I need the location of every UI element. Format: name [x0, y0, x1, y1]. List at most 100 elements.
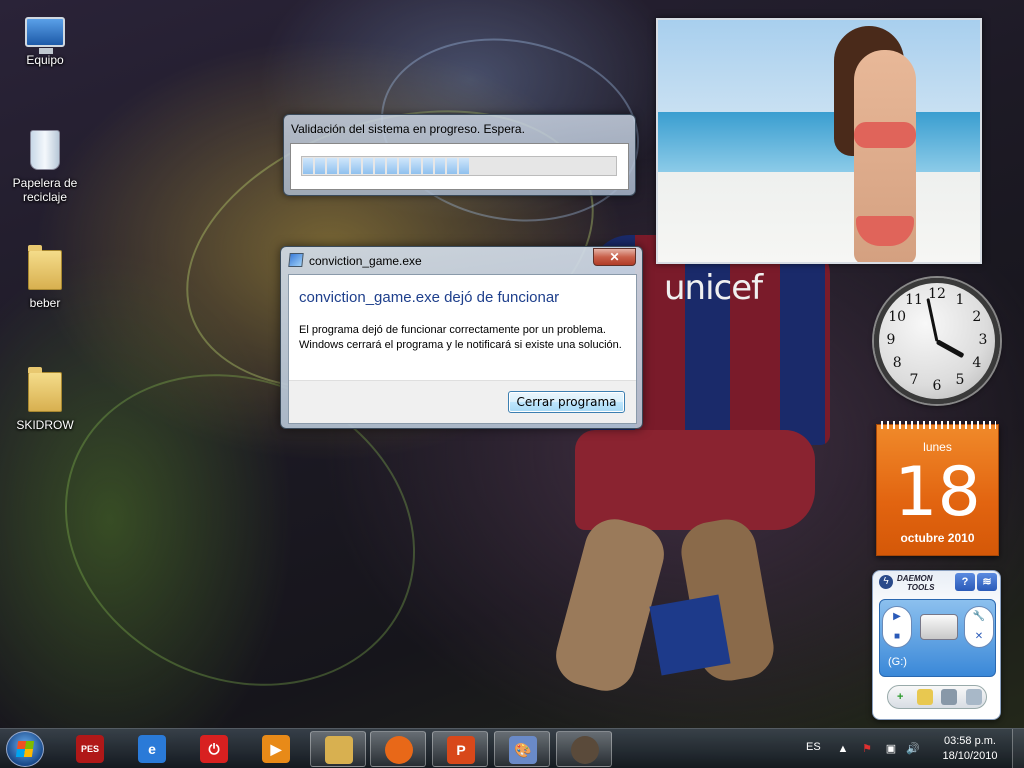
add-image-icon[interactable]: +	[892, 689, 908, 705]
dialog-message: El programa dejó de funcionar correctame…	[299, 324, 622, 351]
crash-dialog: conviction_game.exe ✕ conviction_game.ex…	[280, 246, 643, 429]
clock-numeral: 1	[955, 292, 965, 309]
clock-numeral: 2	[972, 309, 982, 325]
calendar-weekday: lunes	[923, 440, 952, 454]
taskbar-button[interactable]	[556, 731, 612, 767]
close-button[interactable]: ✕	[593, 248, 636, 266]
paint-icon: 🎨	[509, 736, 537, 764]
taskbar-button[interactable]: e	[124, 731, 180, 767]
clock-numeral: 9	[886, 332, 896, 348]
daemon-tools-gadget: ϟ DAEMON TOOLS ? ≋ ▶ ■ 🔧 ✕ (G:) +	[872, 570, 1001, 720]
taskbar-button[interactable]	[370, 731, 426, 767]
drive-settings-button[interactable]: 🔧 ✕	[964, 606, 994, 648]
calendar-gadget[interactable]: lunes 18 octubre 2010	[876, 421, 999, 556]
daemon-toolbar: +	[887, 685, 987, 709]
mount-button[interactable]: ▶ ■	[882, 606, 912, 648]
progress-bar-fill	[302, 157, 616, 175]
taskbar-button[interactable]: PES	[62, 731, 118, 767]
taskbar-button[interactable]: P	[432, 731, 488, 767]
calendar-rings	[881, 421, 996, 429]
clock-numeral: 11	[905, 292, 923, 309]
folder-icon	[28, 245, 62, 290]
desktop-icon-label: SKIDROW	[16, 418, 74, 432]
clock-numeral: 3	[978, 332, 988, 348]
player-sock	[649, 594, 731, 676]
wallpaper-shirt-text: unicef	[664, 268, 763, 308]
progress-segment	[351, 158, 361, 174]
progress-bar	[301, 156, 617, 176]
app-window-icon	[288, 253, 304, 267]
dialog-body: conviction_game.exe dejó de funcionar El…	[288, 274, 637, 424]
taskbar-clock[interactable]: 03:58 p.m. 18/10/2010	[930, 734, 1010, 764]
language-indicator[interactable]: ES	[806, 741, 821, 753]
show-hidden-icons-button[interactable]: ▲	[836, 742, 850, 756]
progress-segment	[423, 158, 433, 174]
clock-numeral: 5	[955, 371, 965, 388]
daemon-tools-brand: DAEMON TOOLS	[897, 574, 935, 592]
dialog-title: conviction_game.exe	[309, 254, 422, 268]
clock-numeral: 4	[972, 355, 982, 371]
network-icon[interactable]: ▣	[884, 742, 898, 756]
progress-segment	[315, 158, 325, 174]
desktop-icon-label: Papelera de reciclaje	[12, 176, 78, 204]
clock-numeral: 10	[888, 309, 907, 325]
recycle-bin-icon	[30, 130, 60, 170]
virtual-drive-icon	[920, 614, 958, 640]
image-catalog-icon[interactable]	[965, 689, 982, 705]
desktop-icon-label: beber	[29, 296, 61, 310]
progress-segment	[387, 158, 397, 174]
progress-segment	[339, 158, 349, 174]
virtual-drive-panel: ▶ ■ 🔧 ✕ (G:)	[879, 599, 996, 677]
desktop-icon-label: Equipo	[26, 53, 64, 67]
calendar-day: 18	[894, 453, 981, 532]
firefox-icon	[385, 736, 413, 764]
pes-app-icon: PES	[76, 735, 104, 763]
drive-letter: (G:)	[888, 656, 907, 668]
hour-hand	[935, 339, 965, 359]
taskbar: PES e ⏻ ▶ P 🎨 ES ▲ ⚑ ▣ 🔊 03:58 p.m. 18/10/201…	[0, 728, 1024, 768]
progress-segment	[435, 158, 445, 174]
taskbar-button[interactable]: ▶	[248, 731, 304, 767]
taskbar-button[interactable]: ⏻	[186, 731, 242, 767]
help-button[interactable]: ?	[955, 573, 975, 591]
disc-drive-icon[interactable]	[941, 689, 958, 705]
clock-numeral: 6	[932, 378, 942, 394]
progress-segment	[411, 158, 421, 174]
desktop-icon-recycle-bin[interactable]: Papelera de reciclaje	[5, 130, 85, 204]
computer-icon	[25, 17, 65, 54]
minute-hand	[926, 298, 939, 342]
desktop-icon-equipo[interactable]: Equipo	[5, 12, 85, 67]
clock-numeral: 7	[909, 371, 919, 388]
calendar-month-year: octubre 2010	[900, 531, 975, 545]
progress-segment	[303, 158, 313, 174]
clock-gadget[interactable]: 12 1 2 3 4 5 6 7 8 9 10 11	[874, 278, 1000, 404]
progress-segment	[327, 158, 337, 174]
daemon-tools-logo-icon: ϟ	[879, 575, 893, 589]
dialog-heading: conviction_game.exe dejó de funcionar	[299, 289, 560, 306]
progress-segment	[399, 158, 409, 174]
power-app-icon: ⏻	[200, 735, 228, 763]
desktop-icon-skidrow[interactable]: SKIDROW	[5, 367, 85, 432]
progress-caption: Validación del sistema en progreso. Espe…	[291, 122, 525, 136]
desktop-icon-beber[interactable]: beber	[5, 245, 85, 310]
rss-feed-button[interactable]: ≋	[977, 573, 997, 591]
show-desktop-button[interactable]	[1012, 729, 1024, 768]
lock-icon[interactable]	[916, 689, 933, 705]
folder-icon	[28, 367, 62, 412]
taskbar-date: 18/10/2010	[942, 750, 998, 762]
volume-icon[interactable]: 🔊	[906, 742, 920, 756]
progress-segment	[363, 158, 373, 174]
taskbar-button[interactable]: 🎨	[494, 731, 550, 767]
taskbar-button[interactable]	[310, 731, 366, 767]
internet-explorer-icon: e	[138, 735, 166, 763]
start-button[interactable]	[6, 731, 44, 767]
slideshow-gadget[interactable]	[656, 18, 982, 264]
close-program-button[interactable]: Cerrar programa	[508, 391, 625, 413]
powerpoint-icon: P	[447, 736, 475, 764]
action-center-flag-icon[interactable]: ⚑	[860, 742, 874, 756]
media-player-icon: ▶	[262, 735, 290, 763]
conviction-game-icon	[571, 736, 599, 764]
player-shorts	[575, 430, 815, 530]
clock-numeral: 8	[892, 355, 902, 371]
progress-panel	[290, 143, 629, 190]
